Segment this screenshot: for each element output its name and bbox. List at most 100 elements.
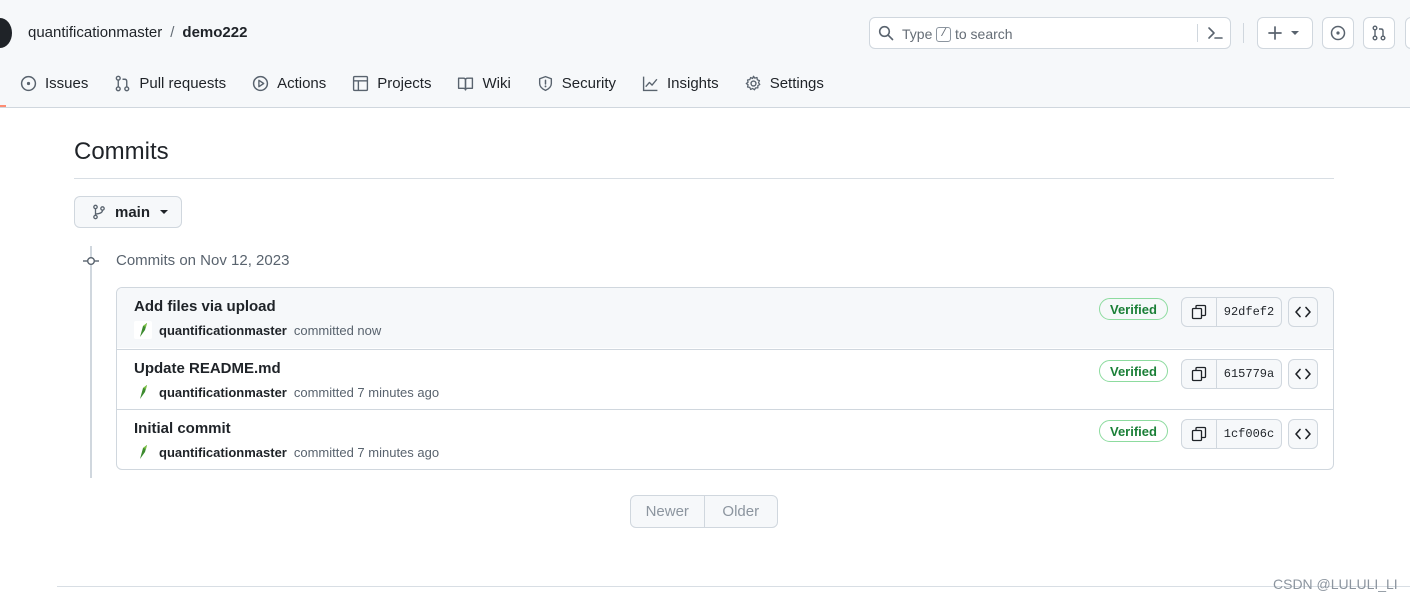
commit-meta: quantificationmaster committed now bbox=[134, 321, 381, 339]
play-icon bbox=[252, 75, 269, 91]
copy-sha-button[interactable] bbox=[1182, 420, 1217, 448]
branch-selector[interactable]: main bbox=[74, 196, 182, 228]
commit-author-link[interactable]: quantificationmaster bbox=[159, 445, 287, 460]
tab-label: Actions bbox=[277, 74, 327, 92]
search-shortcut-key: / bbox=[936, 26, 951, 42]
commit-row: Add files via upload quantificationmaste… bbox=[117, 288, 1333, 348]
commit-row: Update README.md quantificationmaster co… bbox=[117, 349, 1333, 409]
code-icon bbox=[1295, 428, 1311, 440]
triangle-down-icon bbox=[1291, 31, 1299, 35]
tab-label: Pull requests bbox=[139, 74, 227, 92]
header-divider bbox=[1243, 23, 1244, 43]
avatar[interactable] bbox=[134, 383, 152, 401]
triangle-down-icon bbox=[160, 210, 169, 214]
older-button[interactable]: Older bbox=[703, 496, 778, 527]
copy-sha-button[interactable] bbox=[1182, 298, 1217, 326]
commit-sha-link[interactable]: 1cf006c bbox=[1217, 420, 1281, 448]
commit-date-heading: Commits on Nov 12, 2023 bbox=[116, 252, 290, 269]
branch-name: main bbox=[115, 203, 151, 221]
create-new-button[interactable] bbox=[1257, 17, 1313, 49]
commit-time: committed now bbox=[293, 322, 382, 338]
tab-actions[interactable]: Actions bbox=[252, 72, 326, 94]
book-icon bbox=[458, 76, 474, 91]
search-placeholder-suffix: to search bbox=[954, 26, 1013, 42]
tab-label: Wiki bbox=[482, 74, 511, 92]
commit-time: committed 7 minutes ago bbox=[293, 444, 440, 460]
selected-tab-underline bbox=[0, 105, 6, 107]
owner-link[interactable]: quantificationmaster bbox=[28, 24, 162, 41]
tab-wiki[interactable]: Wiki bbox=[457, 72, 511, 94]
tab-label: Settings bbox=[769, 74, 824, 92]
commit-message-link[interactable]: Initial commit bbox=[134, 420, 231, 437]
search-placeholder: Type / to search bbox=[902, 26, 1013, 42]
page-title: Commits bbox=[74, 138, 169, 165]
tab-security[interactable]: Security bbox=[537, 72, 616, 94]
repo-link[interactable]: demo222 bbox=[182, 24, 247, 41]
git-pull-request-icon bbox=[116, 75, 130, 91]
commit-row: Initial commit quantificationmaster comm… bbox=[117, 409, 1333, 469]
avatar[interactable] bbox=[134, 443, 152, 461]
tab-label: Security bbox=[561, 74, 616, 92]
verified-badge[interactable]: Verified bbox=[1099, 298, 1168, 320]
repo-nav-tabs: Issues Pull requests Actions Projects Wi… bbox=[20, 72, 850, 94]
plus-icon bbox=[1268, 26, 1282, 40]
github-logo-icon[interactable] bbox=[0, 18, 12, 48]
command-palette-icon[interactable] bbox=[1206, 24, 1224, 42]
tab-issues[interactable]: Issues bbox=[20, 72, 88, 94]
verified-badge[interactable]: Verified bbox=[1099, 420, 1168, 442]
browse-repo-button[interactable] bbox=[1288, 359, 1318, 389]
watermark: CSDN @LULULI_LI bbox=[1273, 576, 1398, 592]
git-commit-icon bbox=[83, 256, 99, 265]
commit-message-link[interactable]: Add files via upload bbox=[134, 298, 276, 315]
repo-header: quantificationmaster / demo222 Type / to… bbox=[0, 0, 1410, 108]
issue-opened-icon bbox=[1330, 25, 1346, 41]
commit-author-link[interactable]: quantificationmaster bbox=[159, 323, 287, 338]
footer-divider bbox=[57, 586, 1410, 587]
search-divider bbox=[1197, 24, 1198, 42]
code-icon bbox=[1295, 306, 1311, 318]
avatar[interactable] bbox=[134, 321, 152, 339]
commit-sha-group: 615779a bbox=[1181, 359, 1282, 389]
title-divider bbox=[74, 178, 1334, 179]
copy-sha-button[interactable] bbox=[1182, 360, 1217, 388]
search-input[interactable]: Type / to search bbox=[869, 17, 1231, 49]
commit-list: Add files via upload quantificationmaste… bbox=[116, 287, 1334, 470]
issues-button[interactable] bbox=[1322, 17, 1354, 49]
issue-opened-icon bbox=[20, 75, 37, 91]
breadcrumb: quantificationmaster / demo222 bbox=[28, 24, 247, 41]
timeline-line bbox=[90, 246, 92, 478]
tab-label: Insights bbox=[666, 74, 719, 92]
copy-icon bbox=[1191, 366, 1207, 382]
newer-button[interactable]: Newer bbox=[631, 496, 704, 527]
inbox-button[interactable] bbox=[1405, 17, 1410, 49]
pull-requests-button[interactable] bbox=[1363, 17, 1395, 49]
tab-projects[interactable]: Projects bbox=[352, 72, 431, 94]
browse-repo-button[interactable] bbox=[1288, 297, 1318, 327]
commit-sha-group: 92dfef2 bbox=[1181, 297, 1282, 327]
graph-icon bbox=[642, 76, 658, 91]
tab-settings[interactable]: Settings bbox=[745, 72, 824, 94]
search-icon bbox=[878, 25, 894, 41]
commit-time: committed 7 minutes ago bbox=[293, 384, 440, 400]
breadcrumb-separator: / bbox=[170, 24, 175, 41]
browse-repo-button[interactable] bbox=[1288, 419, 1318, 449]
git-pull-request-icon bbox=[1372, 25, 1386, 41]
commit-message-link[interactable]: Update README.md bbox=[134, 360, 281, 377]
verified-badge[interactable]: Verified bbox=[1099, 360, 1168, 382]
tab-label: Projects bbox=[377, 74, 432, 92]
commit-sha-link[interactable]: 92dfef2 bbox=[1217, 298, 1281, 326]
commit-sha-link[interactable]: 615779a bbox=[1217, 360, 1281, 388]
code-icon bbox=[1295, 368, 1311, 380]
shield-icon bbox=[538, 75, 552, 91]
commit-meta: quantificationmaster committed 7 minutes… bbox=[134, 443, 439, 461]
commit-author-link[interactable]: quantificationmaster bbox=[159, 385, 287, 400]
table-icon bbox=[353, 75, 369, 91]
pagination: Newer Older bbox=[630, 495, 778, 528]
search-placeholder-prefix: Type bbox=[902, 26, 933, 42]
copy-icon bbox=[1191, 304, 1207, 320]
tab-pull-requests[interactable]: Pull requests bbox=[114, 72, 226, 94]
tab-label: Issues bbox=[45, 74, 89, 92]
tab-insights[interactable]: Insights bbox=[642, 72, 719, 94]
commit-meta: quantificationmaster committed 7 minutes… bbox=[134, 383, 439, 401]
gear-icon bbox=[745, 75, 761, 90]
